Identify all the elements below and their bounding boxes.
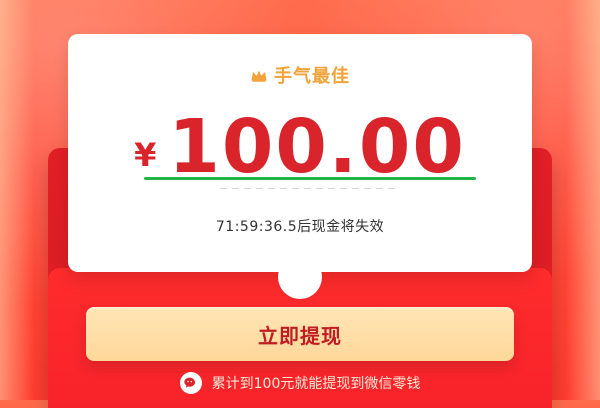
wechat-icon — [179, 372, 202, 394]
reward-card: 手气最佳 ¥ 100.00 71:59:36.5后现金将失效 — [68, 34, 532, 272]
withdraw-hint: 累计到100元就能提现到微信零钱 — [0, 372, 600, 394]
best-luck-badge: 手气最佳 — [68, 62, 532, 88]
best-luck-label: 手气最佳 — [274, 66, 350, 87]
dashed-separator — [220, 188, 398, 189]
expiration-countdown: 71:59:36.5后现金将失效 — [215, 219, 385, 235]
crown-icon — [251, 70, 267, 82]
background-left-decoration — [0, 0, 34, 400]
amount-underline — [144, 177, 476, 180]
envelope-notch — [278, 255, 322, 299]
withdraw-button[interactable]: 立即提现 — [86, 307, 514, 361]
withdraw-button-label: 立即提现 — [258, 323, 342, 348]
background-right-decoration — [566, 0, 600, 400]
withdraw-hint-text: 累计到100元就能提现到微信零钱 — [211, 376, 421, 392]
currency-symbol: ¥ — [134, 136, 157, 174]
